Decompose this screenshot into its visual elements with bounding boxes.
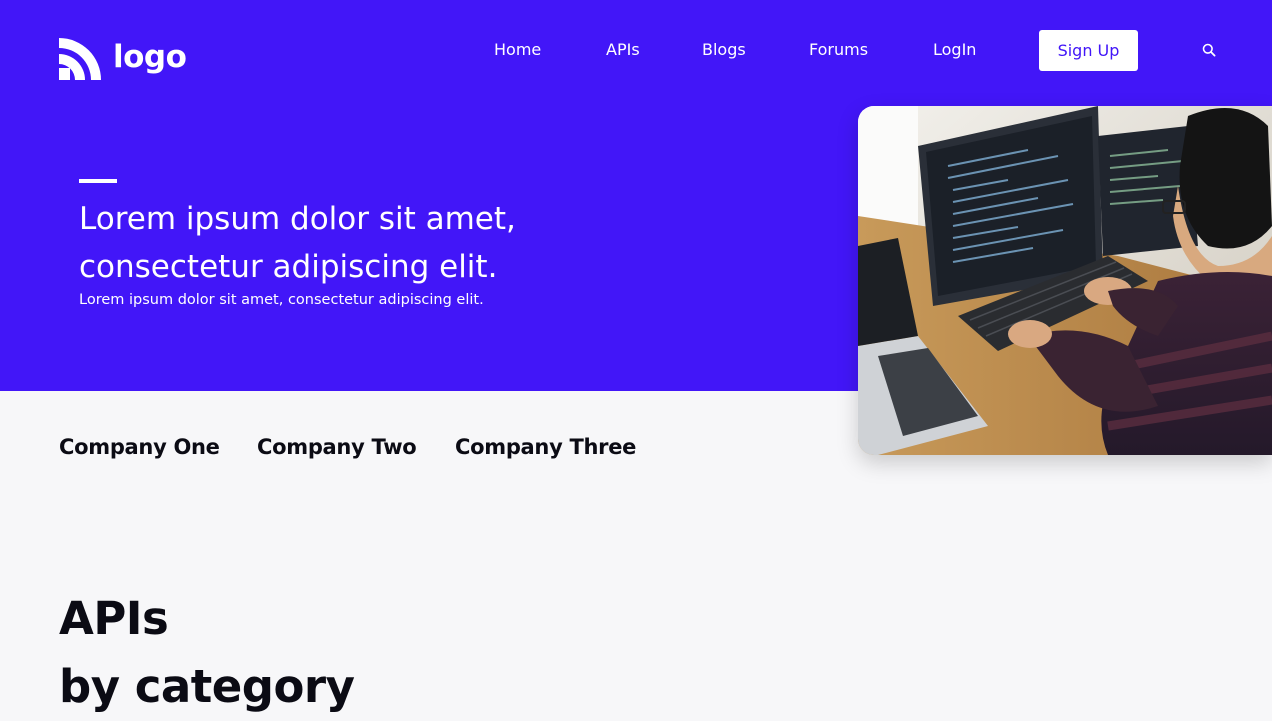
section-title: APIs by category — [59, 585, 355, 721]
section-title-line-1: APIs — [59, 592, 169, 645]
nav-forums[interactable]: Forums — [809, 40, 868, 60]
hero-subtitle: Lorem ipsum dolor sit amet, consectetur … — [79, 292, 484, 308]
company-three-logo: Company Three — [455, 435, 637, 459]
nav-login[interactable]: LogIn — [933, 40, 976, 60]
section-title-line-2: by category — [59, 660, 355, 713]
hero-title: Lorem ipsum dolor sit amet, consectetur … — [79, 195, 599, 291]
logo[interactable]: logo — [59, 36, 187, 80]
search-icon[interactable] — [1202, 43, 1216, 57]
nav-home[interactable]: Home — [494, 40, 541, 60]
hero-title-line-1: Lorem ipsum dolor sit amet, — [79, 201, 516, 237]
developer-photo-illustration — [858, 106, 1272, 455]
logo-text: logo — [113, 38, 187, 75]
hero-photo — [858, 106, 1272, 455]
hero-title-line-2: consectetur adipiscing elit. — [79, 249, 498, 285]
nav-blogs[interactable]: Blogs — [702, 40, 746, 60]
nav-apis[interactable]: APIs — [606, 40, 640, 60]
company-two-logo: Company Two — [257, 435, 417, 459]
sign-up-button[interactable]: Sign Up — [1039, 30, 1138, 71]
hero-accent-line — [79, 179, 117, 183]
logo-icon — [59, 38, 101, 80]
company-one-logo: Company One — [59, 435, 220, 459]
